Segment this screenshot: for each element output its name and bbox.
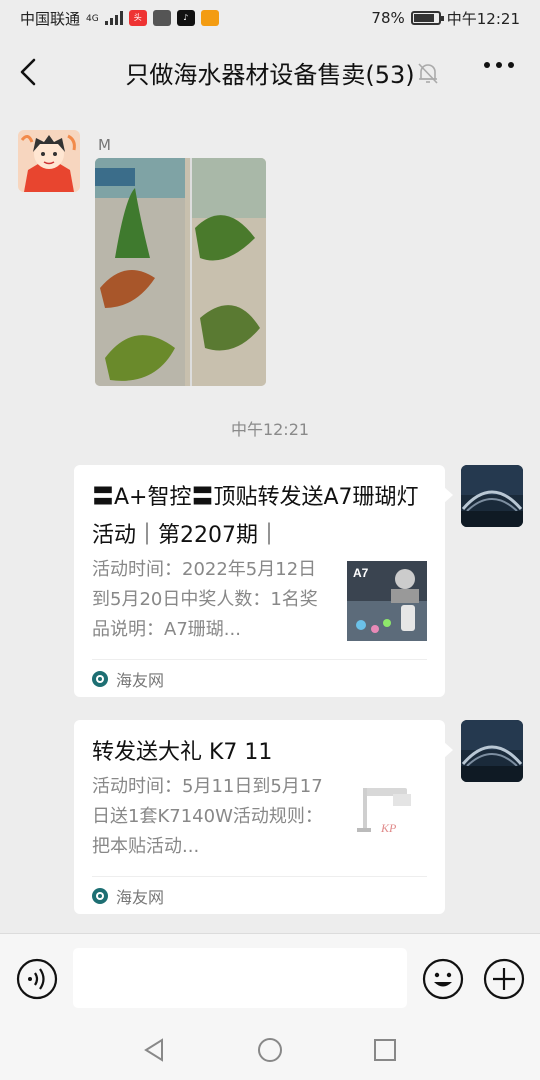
plus-icon[interactable] <box>483 958 525 1000</box>
coral-photo[interactable] <box>95 158 266 386</box>
card-thumbnail: A7 <box>347 561 427 641</box>
douyin-app-icon: ♪ <box>176 10 195 26</box>
news-app-icon <box>152 10 171 26</box>
card-source: 海友网 <box>92 876 427 914</box>
network-label: 4G <box>86 13 99 24</box>
thumb-label: KP <box>380 821 397 835</box>
battery-icon <box>410 11 444 25</box>
back-arrow-icon[interactable] <box>14 56 46 88</box>
card-source-label: 海友网 <box>116 670 165 690</box>
signal-icon <box>104 11 123 25</box>
link-card-1[interactable]: 〓A+智控〓顶贴转发送A7珊瑚灯活动｜第2207期｜ 活动时间：2022年5月1… <box>74 465 453 697</box>
toutiao-app-icon: 头 <box>128 10 147 26</box>
sender-name: M <box>98 136 111 154</box>
thumb-label: A7 <box>353 566 369 580</box>
carrier-label: 中国联通 <box>20 9 81 28</box>
message-input[interactable] <box>73 948 407 1008</box>
voice-input-icon[interactable] <box>16 958 58 1000</box>
more-options-icon[interactable] <box>484 62 514 68</box>
haiyou-logo-icon <box>92 670 108 687</box>
chat-header: 只做海水器材设备售卖(53) <box>0 36 540 108</box>
weibo-app-icon <box>200 10 219 26</box>
nav-back-icon[interactable] <box>142 1037 168 1063</box>
nav-home-icon[interactable] <box>257 1037 283 1063</box>
card-source-label: 海友网 <box>116 887 165 907</box>
card-title: 〓A+智控〓顶贴转发送A7珊瑚灯活动｜第2207期｜ <box>92 485 419 548</box>
card-description: 活动时间：5月11日到5月17日送1套K7140W活动规则：把本贴活动... <box>92 776 323 857</box>
nav-recents-icon[interactable] <box>372 1037 398 1063</box>
input-bar <box>0 933 540 1021</box>
card-description: 活动时间：2022年5月12日到5月20日中奖人数：1名奖品说明：A7珊瑚... <box>92 559 318 640</box>
system-navigation-bar <box>0 1021 540 1080</box>
emoji-icon[interactable] <box>422 958 464 1000</box>
card-thumbnail: KP <box>347 778 427 858</box>
mute-bell-icon <box>418 63 438 84</box>
avatar-m[interactable] <box>18 130 80 192</box>
haiyou-logo-icon <box>92 887 108 904</box>
card-title: 转发送大礼 K7 11 <box>92 740 273 765</box>
battery-percent: 78% <box>371 9 405 27</box>
status-bar: 中国联通 4G 头 ♪ 78% 中午12:21 <box>0 0 540 36</box>
message-timestamp: 中午12:21 <box>230 420 310 439</box>
link-card-2[interactable]: 转发送大礼 K7 11 活动时间：5月11日到5月17日送1套K7140W活动规… <box>74 720 453 914</box>
clock: 中午12:21 <box>446 9 520 28</box>
chat-title: 只做海水器材设备售卖(53) <box>125 60 415 89</box>
card-source: 海友网 <box>92 659 427 697</box>
avatar-self[interactable] <box>461 720 523 782</box>
avatar-self[interactable] <box>461 465 523 527</box>
